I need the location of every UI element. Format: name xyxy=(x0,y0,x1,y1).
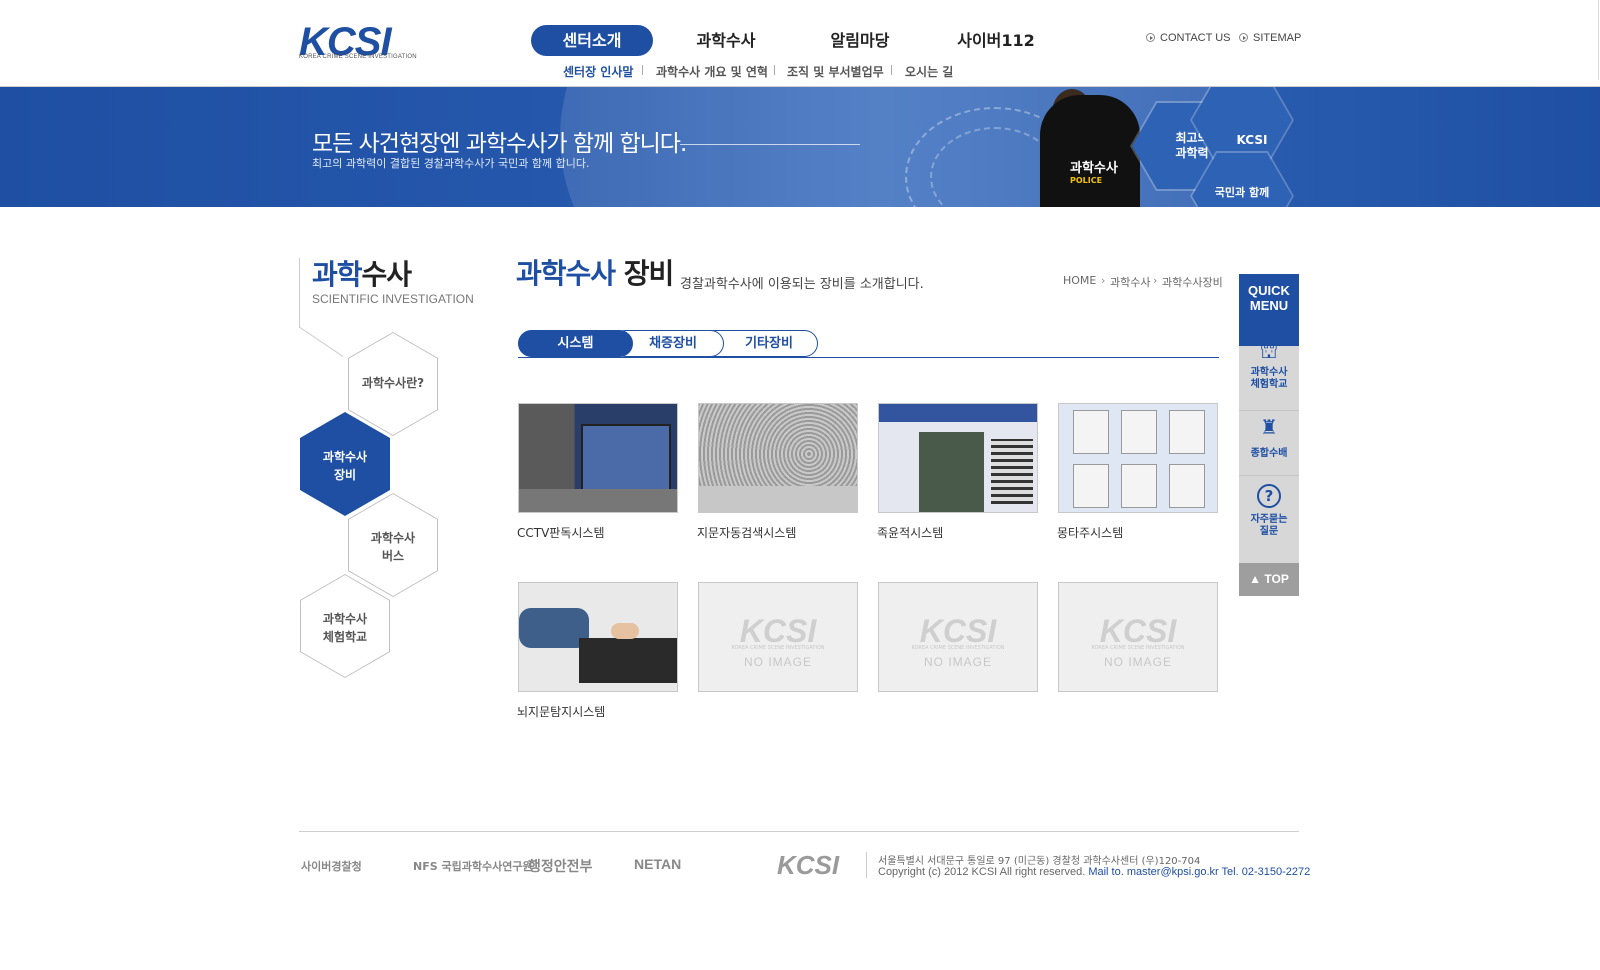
gnb-science-investigation[interactable]: 과학수사 xyxy=(665,25,787,56)
tab-underline xyxy=(518,357,1219,358)
lnb-title: 과학수사 xyxy=(312,258,412,291)
breadcrumb-home[interactable]: HOME xyxy=(1063,274,1096,287)
quick-menu-title: QUICK MENU xyxy=(1239,274,1299,346)
no-image-placeholder: KCSI KOREA CRIME SCENE INVESTIGATION NO IM… xyxy=(698,582,858,692)
footer-address: 서울특별시 서대문구 통일로 97 (미근동) 경찰청 과학수사센터 (우)12… xyxy=(878,856,1201,867)
officer-body xyxy=(1040,95,1140,207)
footer-partner-cyber-police[interactable]: 사이버경찰청 xyxy=(301,858,362,874)
page-description: 경찰과학수사에 이용되는 장비를 소개합니다. xyxy=(680,277,924,292)
fingerprint-system-label[interactable]: 지문자동검색시스템 xyxy=(697,524,796,541)
montage-system-thumbnail[interactable] xyxy=(1058,403,1218,513)
page-title: 과학수사 장비 xyxy=(516,257,674,290)
brain-fingerprint-thumbnail[interactable] xyxy=(518,582,678,692)
toolbar-image xyxy=(879,404,1037,422)
fingerprint-system-thumbnail[interactable] xyxy=(698,403,858,513)
footer-divider xyxy=(299,831,1299,832)
officer-vest-text: 과학수사 POLICE xyxy=(1070,161,1118,185)
lnb-item-equipment[interactable]: 과학수사 장비 xyxy=(300,412,390,516)
window-edge xyxy=(1598,0,1599,80)
quick-item-school[interactable]: 과학수사 체험학교 xyxy=(1239,367,1299,391)
footprint-system-label[interactable]: 족윤적시스템 xyxy=(877,524,943,541)
gnb-cyber112[interactable]: 사이버112 xyxy=(935,25,1057,56)
quick-item-faq[interactable]: 자주묻는 질문 xyxy=(1239,514,1299,538)
sitemap-link[interactable]: SITEMAP xyxy=(1239,32,1301,44)
face-image xyxy=(1169,464,1205,508)
footer-copyright: Copyright (c) 2012 KCSI All right reserv… xyxy=(878,866,1311,878)
footer-partner-mopas[interactable]: 행정안전부 xyxy=(528,856,592,876)
breadcrumb-category[interactable]: 과학수사 xyxy=(1110,274,1150,290)
lnb-item-what-is[interactable]: 과학수사란? xyxy=(348,332,438,436)
tab-system[interactable]: 시스템 xyxy=(518,330,633,357)
pattern-image xyxy=(991,439,1033,504)
montage-system-label[interactable]: 몽타주시스템 xyxy=(1057,524,1123,541)
school-icon: ⛫ xyxy=(1259,339,1279,363)
footprint-system-thumbnail[interactable] xyxy=(878,403,1038,513)
subnav-divider xyxy=(774,65,775,75)
screen-bar-image xyxy=(699,486,857,512)
lnb-item-bus[interactable]: 과학수사 버스 xyxy=(348,493,438,597)
face-image xyxy=(1073,410,1109,454)
face-image xyxy=(1121,464,1157,508)
footer-contact[interactable]: Mail to. master@kpsi.go.kr Tel. 02-3150-… xyxy=(1088,866,1310,878)
brain-fingerprint-label[interactable]: 뇌지문탐지시스템 xyxy=(517,703,605,720)
breadcrumb-separator-icon: › xyxy=(1153,274,1158,287)
scroll-top-button[interactable]: ▲ TOP xyxy=(1239,563,1299,596)
cctv-system-thumbnail[interactable] xyxy=(518,403,678,513)
banner-subtitle: 최고의 과학력이 결합된 경찰과학수사가 국민과 함께 합니다. xyxy=(312,157,590,170)
device-image xyxy=(579,638,677,683)
hero-banner: 모든 사건현장엔 과학수사가 함께 합니다. 최고의 과학력이 결합된 경찰과학… xyxy=(0,87,1600,207)
footer-partner-netan[interactable]: NETAN xyxy=(634,856,681,872)
footprint-image xyxy=(919,432,984,512)
no-image-placeholder: KCSI KOREA CRIME SCENE INVESTIGATION NO IM… xyxy=(878,582,1038,692)
site-logo-subtext: KOREA CRIME SCENE INVESTIGATION xyxy=(299,54,417,60)
subnav-directions[interactable]: 오시는 길 xyxy=(905,63,953,80)
face-image xyxy=(1169,410,1205,454)
breadcrumb-separator-icon: › xyxy=(1101,274,1106,287)
banner-title: 모든 사건현장엔 과학수사가 함께 합니다. xyxy=(312,131,687,157)
bullet-icon xyxy=(1239,33,1248,42)
lnb-subtitle: SCIENTIFIC INVESTIGATION xyxy=(312,292,474,306)
gnb-notice[interactable]: 알림마당 xyxy=(799,25,921,56)
breadcrumb-current: 과학수사장비 xyxy=(1162,276,1223,289)
no-image-placeholder: KCSI KOREA CRIME SCENE INVESTIGATION NO IM… xyxy=(1058,582,1218,692)
footer-logo: KCSI xyxy=(777,850,840,880)
subnav-organization[interactable]: 조직 및 부서별업무 xyxy=(787,63,884,80)
subnav-overview-history[interactable]: 과학수사 개요 및 연혁 xyxy=(656,63,768,80)
lnb-line-diagonal xyxy=(299,327,344,357)
page: KCSI KOREA CRIME SCENE INVESTIGATION 센터소… xyxy=(0,0,1600,970)
desk-image xyxy=(519,489,677,512)
contact-us-link[interactable]: CONTACT US xyxy=(1146,32,1231,44)
face-image xyxy=(1121,410,1157,454)
question-icon: ? xyxy=(1257,484,1281,508)
subnav-divider xyxy=(891,65,892,75)
quick-divider xyxy=(1239,475,1299,476)
cctv-system-label[interactable]: CCTV판독시스템 xyxy=(517,524,605,541)
quick-item-wanted[interactable]: 종합수배 xyxy=(1239,448,1299,460)
footer-vertical-divider xyxy=(866,852,867,878)
subnav-greeting[interactable]: 센터장 인사말 xyxy=(563,63,633,80)
gnb-center-intro[interactable]: 센터소개 xyxy=(531,25,653,56)
banner-line xyxy=(680,144,860,145)
subnav-divider xyxy=(642,65,643,75)
monitor-image xyxy=(581,424,671,494)
face-image xyxy=(1073,464,1109,508)
bullet-icon xyxy=(1146,33,1155,42)
lnb-line xyxy=(299,258,300,328)
wanted-icon: ♜ xyxy=(1260,415,1278,439)
footer-partner-nfs[interactable]: NFS 국립과학수사연구원 xyxy=(413,858,533,874)
lnb-item-school[interactable]: 과학수사 체험학교 xyxy=(300,574,390,678)
quick-divider xyxy=(1239,410,1299,411)
hand-image xyxy=(611,623,639,639)
